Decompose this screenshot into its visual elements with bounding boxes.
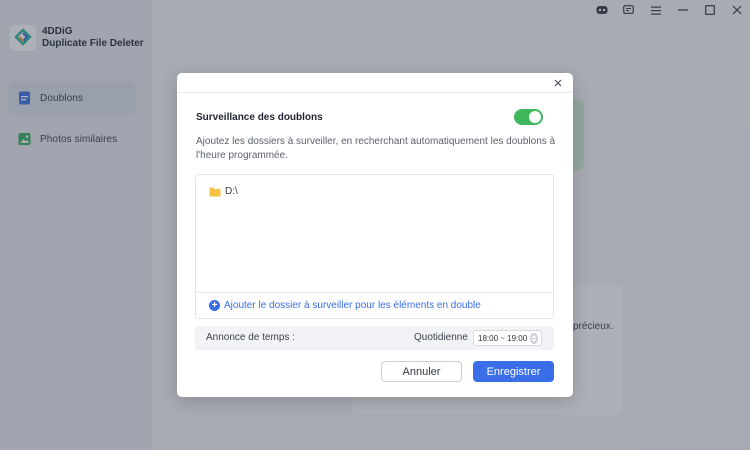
monitoring-toggle[interactable]: [514, 109, 543, 125]
time-range-value: 18:00 ~ 19:00: [478, 333, 528, 343]
add-icon: +: [209, 300, 220, 311]
list-item[interactable]: D:\: [209, 186, 238, 197]
toggle-knob: [529, 111, 541, 123]
folder-path: D:\: [225, 186, 238, 197]
frequency-value: Quotidienne: [414, 332, 468, 343]
schedule-label: Annonce de temps :: [206, 332, 295, 343]
cancel-button[interactable]: Annuler: [381, 361, 462, 382]
save-button[interactable]: Enregistrer: [473, 361, 554, 382]
add-folder-link[interactable]: + Ajouter le dossier à surveiller pour l…: [196, 292, 553, 318]
schedule-row: Annonce de temps : Quotidienne 18:00 ~ 1…: [195, 326, 554, 350]
time-range-stepper[interactable]: 18:00 ~ 19:00: [473, 330, 542, 346]
dialog-description: Ajoutez les dossiers à surveiller, en re…: [196, 136, 556, 161]
folder-list: D:\ + Ajouter le dossier à surveiller po…: [195, 174, 554, 319]
dialog-title: Surveillance des doublons: [196, 112, 323, 123]
add-folder-label: Ajouter le dossier à surveiller pour les…: [224, 300, 481, 311]
dialog-header: [177, 73, 573, 93]
close-icon[interactable]: [551, 76, 565, 90]
duplicate-monitoring-dialog: Surveillance des doublons Ajoutez les do…: [177, 73, 573, 397]
stepper-arrows-icon[interactable]: [530, 333, 538, 344]
folder-icon: [209, 187, 221, 197]
